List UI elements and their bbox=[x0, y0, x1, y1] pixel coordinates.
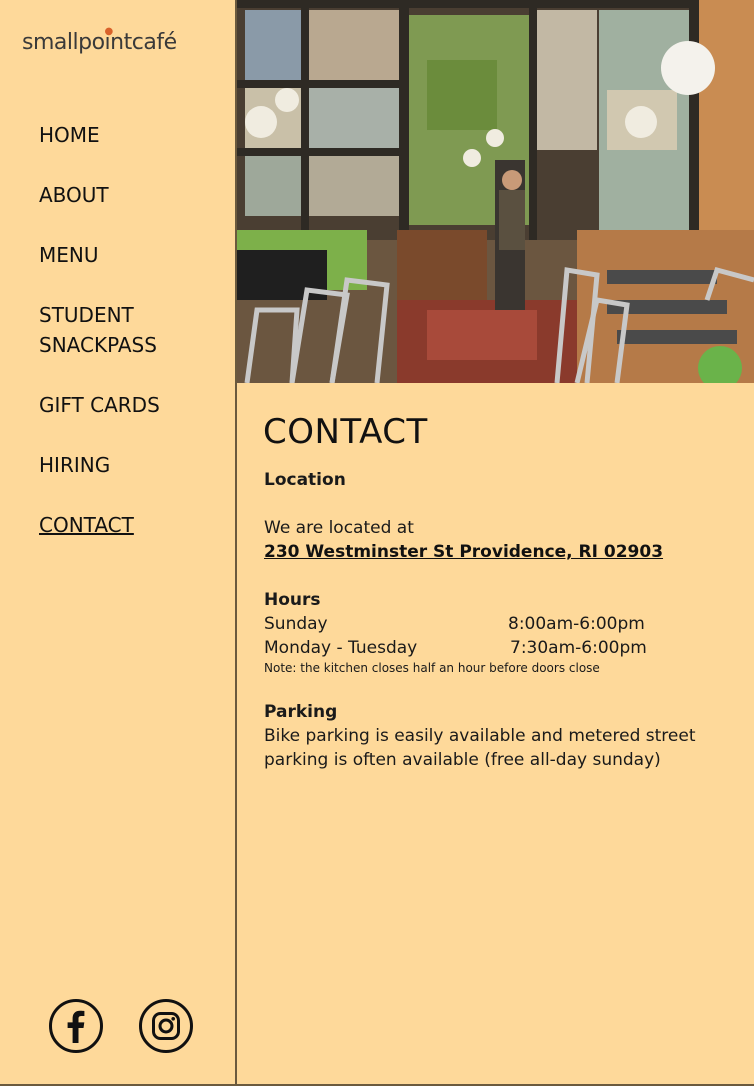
nav-item-hiring[interactable]: HIRING bbox=[39, 450, 229, 480]
hero-image-cafe-interior bbox=[237, 0, 754, 383]
nav-item-about[interactable]: ABOUT bbox=[39, 180, 229, 210]
hours-day: Sunday bbox=[264, 614, 328, 634]
address-link[interactable]: 230 Westminster St Providence, RI 02903 bbox=[264, 542, 663, 562]
nav-item-menu[interactable]: MENU bbox=[39, 240, 229, 270]
nav-item-student-snackpass[interactable]: STUDENT SNACKPASS bbox=[39, 300, 179, 360]
nav-item-gift-cards[interactable]: GIFT CARDS bbox=[39, 390, 229, 420]
logo-text-small: small bbox=[22, 30, 79, 55]
hours-time: 8:00am-6:00pm bbox=[508, 614, 645, 634]
contact-content: CONTACT Location We are located at 230 W… bbox=[263, 412, 734, 772]
social-links bbox=[48, 998, 194, 1054]
facebook-link[interactable] bbox=[48, 998, 104, 1054]
logo-accent-dot: ● bbox=[104, 26, 114, 37]
instagram-icon bbox=[139, 999, 193, 1053]
nav-item-home[interactable]: HOME bbox=[39, 120, 229, 150]
hours-row: Sunday 8:00am-6:00pm bbox=[264, 612, 734, 636]
hours-time: 7:30am-6:00pm bbox=[510, 638, 647, 658]
hours-heading: Hours bbox=[264, 590, 321, 610]
kitchen-note: Note: the kitchen closes half an hour be… bbox=[264, 661, 600, 675]
logo-text-point: poi ● nt bbox=[78, 26, 132, 55]
parking-text: Bike parking is easily available and met… bbox=[264, 726, 696, 770]
nav-item-contact[interactable]: CONTACT bbox=[39, 510, 229, 540]
facebook-icon bbox=[49, 999, 103, 1053]
logo[interactable]: smallpoi ● ntcafé bbox=[22, 26, 177, 55]
page-title: CONTACT bbox=[263, 412, 428, 452]
location-intro: We are located at bbox=[264, 518, 414, 538]
hours-day: Monday - Tuesday bbox=[264, 638, 418, 658]
parking-heading: Parking bbox=[264, 702, 338, 722]
logo-text-cafe: café bbox=[131, 30, 177, 55]
cafe-interior-illustration bbox=[237, 0, 754, 383]
instagram-link[interactable] bbox=[138, 998, 194, 1054]
sidebar: smallpoi ● ntcafé HOME ABOUT MENU STUDENT … bbox=[0, 0, 237, 1084]
hours-row: Monday - Tuesday 7:30am-6:00pm bbox=[264, 636, 734, 660]
main-nav: HOME ABOUT MENU STUDENT SNACKPASS GIFT C… bbox=[39, 120, 229, 570]
location-heading: Location bbox=[264, 470, 346, 490]
